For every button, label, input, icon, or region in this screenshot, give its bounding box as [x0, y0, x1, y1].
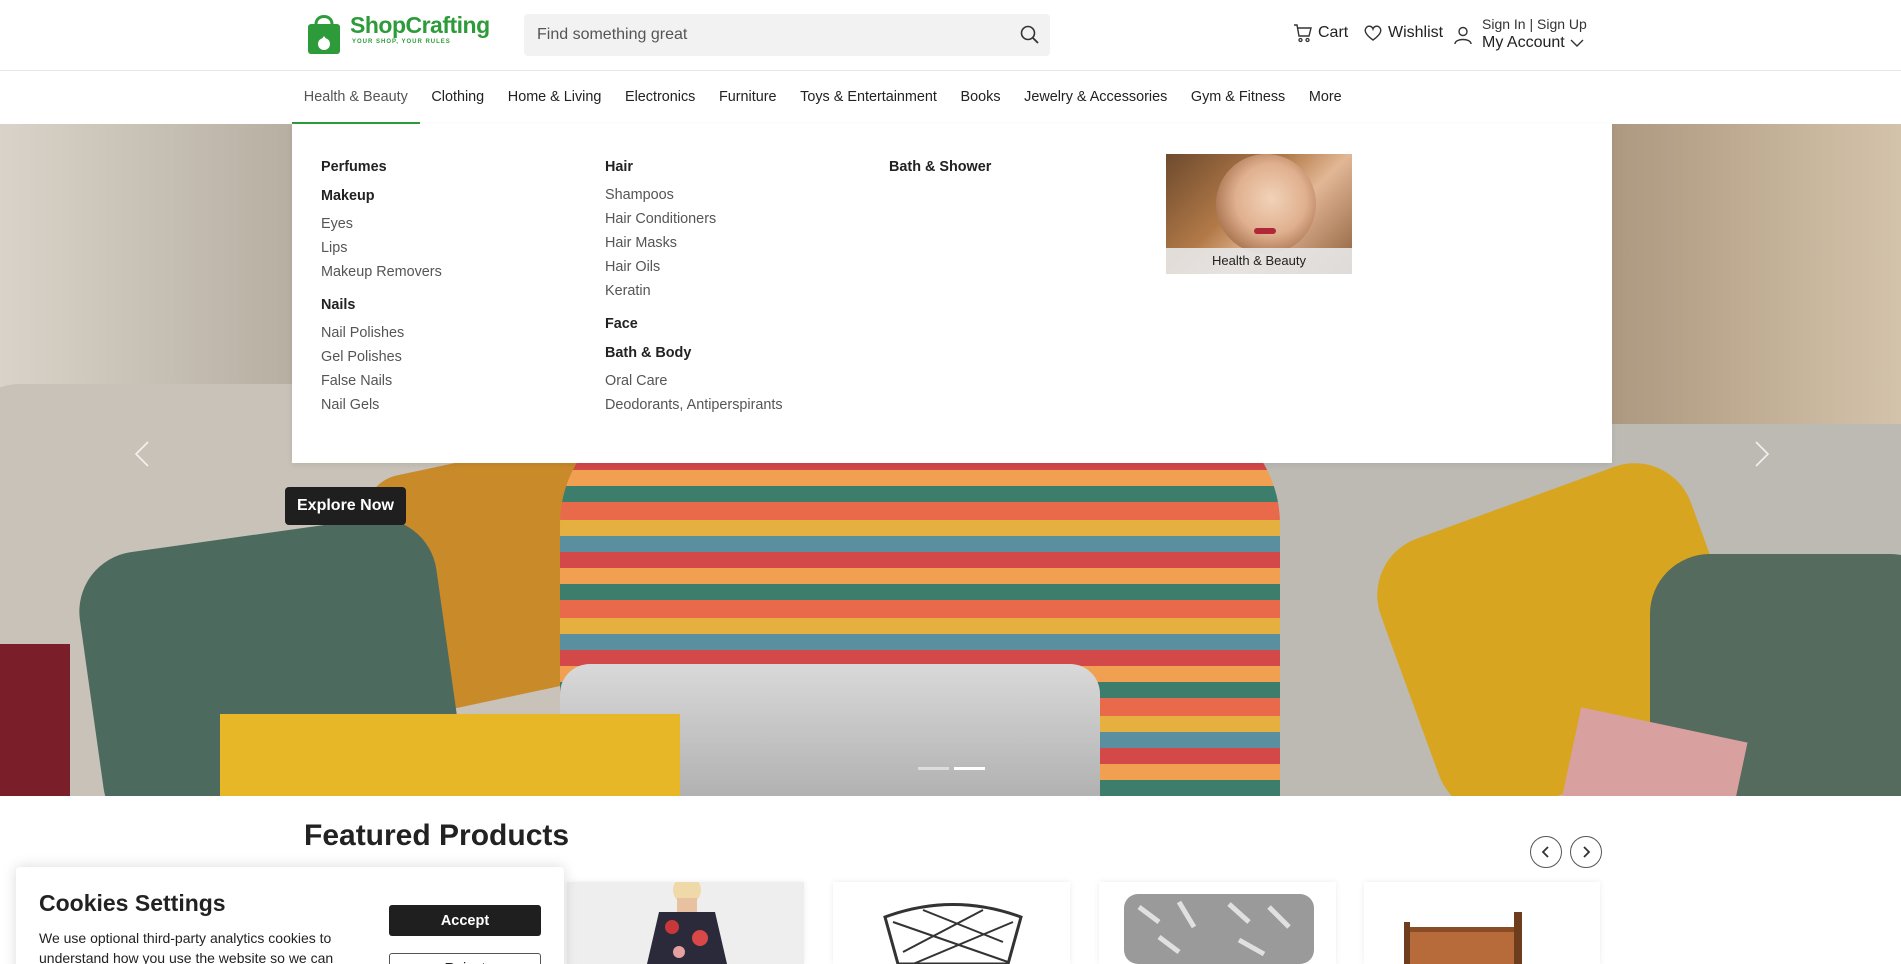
menu-item-keratin[interactable]: Keratin: [605, 279, 783, 303]
menu-item-false-nails[interactable]: False Nails: [321, 369, 442, 393]
menu-item-oral-care[interactable]: Oral Care: [605, 369, 783, 393]
menu-item-deodorants[interactable]: Deodorants, Antiperspirants: [605, 393, 783, 417]
shopping-bag-logo-icon: [304, 12, 344, 54]
account-menu[interactable]: Sign In | Sign Up My Account: [1453, 16, 1587, 53]
category-promo-image[interactable]: Health & Beauty: [1166, 154, 1352, 274]
menu-heading-bath-body[interactable]: Bath & Body: [605, 344, 783, 362]
hero-next-arrow-icon[interactable]: [1746, 434, 1776, 474]
heart-icon: [1364, 25, 1382, 41]
featured-products-title: Featured Products: [304, 819, 570, 852]
search-input[interactable]: [524, 14, 1004, 56]
menu-item-hair-oils[interactable]: Hair Oils: [605, 255, 783, 279]
featured-next-button[interactable]: [1570, 836, 1602, 868]
featured-prev-button[interactable]: [1530, 836, 1562, 868]
product-image-armchair: [1099, 882, 1336, 964]
menu-item-shampoos[interactable]: Shampoos: [605, 183, 783, 207]
menu-item-nail-gels[interactable]: Nail Gels: [321, 393, 442, 417]
cookies-title: Cookies Settings: [39, 890, 226, 916]
menu-item-lips[interactable]: Lips: [321, 236, 442, 260]
menu-item-eyes[interactable]: Eyes: [321, 212, 442, 236]
product-card[interactable]: [1099, 882, 1336, 964]
category-nav: Health & Beauty Clothing Home & Living E…: [0, 72, 1901, 124]
mega-menu-column-1: Perfumes Makeup Eyes Lips Makeup Remover…: [321, 158, 442, 417]
nav-item-jewelry-accessories[interactable]: Jewelry & Accessories: [1012, 72, 1179, 124]
nav-item-home-living[interactable]: Home & Living: [496, 72, 613, 124]
menu-item-hair-conditioners[interactable]: Hair Conditioners: [605, 207, 783, 231]
sign-in-link[interactable]: Sign In | Sign Up: [1482, 16, 1587, 33]
reject-cookies-button[interactable]: Reject: [389, 953, 541, 964]
menu-item-gel-polishes[interactable]: Gel Polishes: [321, 345, 442, 369]
wishlist-label: Wishlist: [1388, 24, 1444, 41]
menu-heading-hair[interactable]: Hair: [605, 158, 783, 176]
menu-heading-nails[interactable]: Nails: [321, 296, 442, 314]
nav-item-clothing[interactable]: Clothing: [420, 72, 496, 124]
product-image-wooden-chair: [1364, 882, 1600, 964]
carousel-dot-2[interactable]: [954, 767, 985, 770]
wishlist-link[interactable]: Wishlist: [1363, 23, 1443, 43]
menu-heading-face[interactable]: Face: [605, 315, 783, 333]
hero-prev-arrow-icon[interactable]: [128, 434, 158, 474]
cookies-description: We use optional third-party analytics co…: [39, 930, 334, 964]
search-icon[interactable]: [1018, 23, 1042, 47]
nav-item-furniture[interactable]: Furniture: [707, 72, 788, 124]
cart-label: Cart: [1318, 24, 1349, 41]
nav-item-more[interactable]: More: [1297, 72, 1353, 124]
cart-icon: [1294, 24, 1312, 43]
product-card[interactable]: [1364, 882, 1600, 964]
menu-item-makeup-removers[interactable]: Makeup Removers: [321, 260, 442, 284]
mega-menu-health-beauty: Perfumes Makeup Eyes Lips Makeup Remover…: [292, 124, 1612, 463]
chevron-down-icon: [1570, 39, 1584, 47]
menu-item-nail-polishes[interactable]: Nail Polishes: [321, 321, 442, 345]
category-promo-label: Health & Beauty: [1166, 248, 1352, 274]
product-card[interactable]: [567, 882, 804, 964]
logo[interactable]: ShopCrafting YOUR SHOP, YOUR RULES: [304, 12, 490, 54]
nav-item-gym-fitness[interactable]: Gym & Fitness: [1179, 72, 1297, 124]
product-image-chair: [833, 882, 1070, 964]
menu-heading-bath-shower[interactable]: Bath & Shower: [889, 158, 991, 176]
accept-cookies-button[interactable]: Accept: [389, 905, 541, 936]
mega-menu-column-2: Hair Shampoos Hair Conditioners Hair Mas…: [605, 158, 783, 417]
cart-link[interactable]: Cart: [1293, 23, 1348, 43]
carousel-dot-1[interactable]: [918, 767, 949, 770]
nav-item-electronics[interactable]: Electronics: [613, 72, 707, 124]
nav-item-health-beauty[interactable]: Health & Beauty: [292, 72, 420, 124]
my-account-dropdown[interactable]: My Account: [1482, 33, 1587, 53]
explore-now-button[interactable]: Explore Now: [285, 487, 406, 525]
user-icon: [1454, 26, 1472, 44]
chevron-right-icon: [1583, 846, 1591, 858]
menu-heading-perfumes[interactable]: Perfumes: [321, 158, 442, 176]
menu-item-hair-masks[interactable]: Hair Masks: [605, 231, 783, 255]
logo-tagline: YOUR SHOP, YOUR RULES: [352, 39, 451, 45]
my-account-label: My Account: [1482, 34, 1565, 51]
site-header: ShopCrafting YOUR SHOP, YOUR RULES Cart …: [0, 0, 1901, 71]
nav-item-books[interactable]: Books: [949, 72, 1013, 124]
chevron-left-icon: [1541, 846, 1549, 858]
logo-name: ShopCrafting: [350, 12, 490, 38]
search-bar: [524, 14, 1050, 56]
product-image-dress: [567, 882, 804, 964]
mega-menu-column-3: Bath & Shower: [889, 158, 991, 187]
menu-heading-makeup[interactable]: Makeup: [321, 187, 442, 205]
cookies-settings-dialog: Cookies Settings We use optional third-p…: [16, 867, 564, 964]
carousel-dots: [918, 767, 985, 770]
nav-item-toys-entertainment[interactable]: Toys & Entertainment: [788, 72, 948, 124]
product-card[interactable]: [833, 882, 1070, 964]
